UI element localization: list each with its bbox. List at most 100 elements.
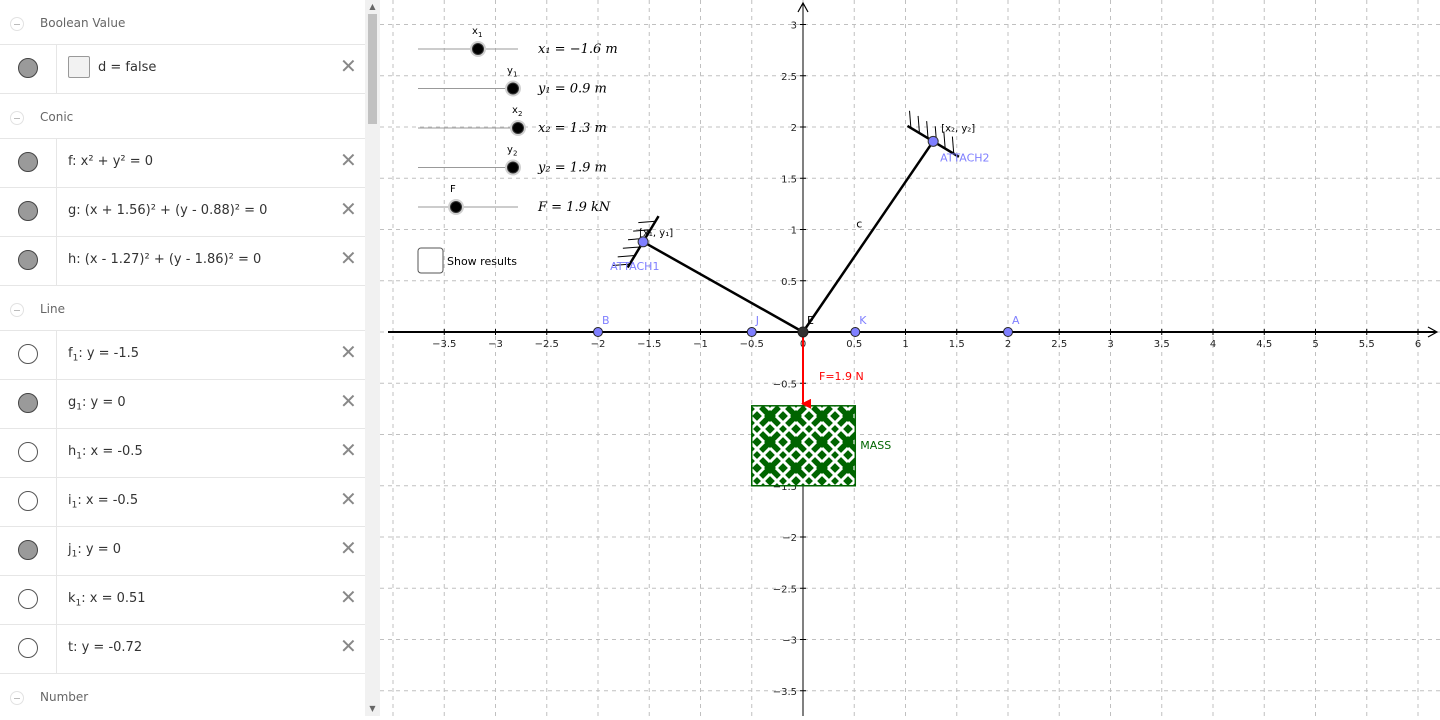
object-definition[interactable]: t: y = -0.72	[68, 640, 142, 655]
show-results-checkbox[interactable]	[417, 247, 444, 274]
object-definition[interactable]: i1: x = -0.5	[68, 493, 138, 511]
row-divider	[56, 576, 57, 624]
scroll-down-arrow-icon[interactable]: ▼	[368, 704, 377, 714]
point-b[interactable]	[593, 327, 603, 337]
algebra-row[interactable]: k1: x = 0.51 ✕	[0, 576, 365, 625]
x-tick-label: 2.5	[1051, 339, 1067, 350]
x-tick-label: 5.5	[1359, 339, 1375, 350]
x-tick-label: 3.5	[1154, 339, 1170, 350]
graphics-canvas[interactable]: −3.5−3−2.5−2−1.5−1−0.500.511.522.533.544…	[380, 0, 1440, 716]
rope-segment-c[interactable]	[801, 140, 935, 333]
visibility-toggle[interactable]	[18, 589, 38, 609]
category-header[interactable]: Number	[0, 674, 365, 716]
row-divider	[56, 478, 57, 526]
row-divider	[56, 625, 57, 673]
algebra-row[interactable]: f1: y = -1.5 ✕	[0, 331, 365, 380]
collapse-icon[interactable]	[10, 303, 24, 317]
delete-icon[interactable]: ✕	[340, 56, 357, 76]
scene: MASS F=1.9 N c ATTACH1 [x₁, y₁] ATTACH2 [x₂, y…	[593, 110, 1020, 487]
visibility-toggle[interactable]	[18, 638, 38, 658]
collapse-icon[interactable]	[10, 17, 24, 31]
object-definition[interactable]: g: (x + 1.56)² + (y - 0.88)² = 0	[68, 203, 267, 218]
object-definition[interactable]: f1: y = -1.5	[68, 346, 139, 364]
grid-lines	[380, 0, 1440, 716]
object-definition[interactable]: h: (x - 1.27)² + (y - 1.86)² = 0	[68, 252, 261, 267]
row-divider	[56, 429, 57, 477]
delete-icon[interactable]: ✕	[340, 587, 357, 607]
object-definition[interactable]: g1: y = 0	[68, 395, 126, 413]
point-e[interactable]	[797, 326, 809, 338]
object-definition[interactable]: f: x² + y² = 0	[68, 154, 153, 169]
visibility-toggle[interactable]	[18, 393, 38, 413]
algebra-scrollbar[interactable]: ▲ ▼	[365, 0, 380, 716]
visibility-toggle[interactable]	[18, 344, 38, 364]
slider-knob[interactable]	[450, 201, 462, 213]
algebra-row[interactable]: f: x² + y² = 0 ✕	[0, 139, 365, 188]
object-definition[interactable]: d = false	[98, 60, 156, 75]
rope-segment-1[interactable]	[642, 240, 804, 334]
delete-icon[interactable]: ✕	[340, 440, 357, 460]
algebra-row[interactable]: t: y = -0.72 ✕	[0, 625, 365, 674]
x-tick-label: 5	[1312, 339, 1318, 350]
collapse-icon[interactable]	[10, 111, 24, 125]
algebra-row[interactable]: g1: y = 0 ✕	[0, 380, 365, 429]
delete-icon[interactable]: ✕	[340, 248, 357, 268]
point-a[interactable]	[1003, 327, 1013, 337]
x-tick-label: −1	[693, 339, 708, 350]
x-tick-label: −0.5	[740, 339, 764, 350]
object-definition[interactable]: h1: x = -0.5	[68, 444, 143, 462]
algebra-row[interactable]: d = false ✕	[0, 45, 365, 94]
visibility-toggle[interactable]	[18, 442, 38, 462]
object-equation: : x = 0.51	[81, 591, 146, 606]
y-tick-label: −3.5	[773, 687, 797, 698]
visibility-toggle[interactable]	[18, 540, 38, 560]
category-header[interactable]: Conic	[0, 94, 365, 139]
collapse-icon[interactable]	[10, 691, 24, 705]
y-tick-label: −2.5	[773, 584, 797, 595]
slider-knob[interactable]	[512, 122, 524, 134]
point-k[interactable]	[850, 327, 861, 337]
scroll-thumb[interactable]	[368, 14, 377, 124]
algebra-row[interactable]: h1: x = -0.5 ✕	[0, 429, 365, 478]
visibility-toggle[interactable]	[18, 152, 38, 172]
category-label: Number	[40, 690, 89, 704]
delete-icon[interactable]: ✕	[340, 391, 357, 411]
slider-knob[interactable]	[507, 82, 519, 95]
graphics-view[interactable]: −3.5−3−2.5−2−1.5−1−0.500.511.522.533.544…	[380, 0, 1440, 716]
x-tick-label: 1	[902, 339, 908, 350]
delete-icon[interactable]: ✕	[340, 636, 357, 656]
slider-knob[interactable]	[472, 43, 484, 55]
category-header[interactable]: Line	[0, 286, 365, 331]
y-tick-label: 1.5	[781, 174, 797, 185]
visibility-toggle[interactable]	[18, 201, 38, 221]
point-label-b: B	[602, 314, 610, 327]
visibility-toggle[interactable]	[18, 250, 38, 270]
algebra-row[interactable]: h: (x - 1.27)² + (y - 1.86)² = 0 ✕	[0, 237, 365, 286]
point-label-a: A	[1012, 314, 1020, 327]
algebra-row[interactable]: g: (x + 1.56)² + (y - 0.88)² = 0 ✕	[0, 188, 365, 237]
object-equation: : y = 0	[77, 542, 121, 557]
delete-icon[interactable]: ✕	[340, 342, 357, 362]
attach1-coord-label: [x₁, y₁]	[639, 228, 673, 239]
object-definition[interactable]: j1: y = 0	[68, 542, 121, 560]
attach2-point[interactable]	[927, 135, 939, 147]
visibility-toggle[interactable]	[18, 58, 38, 78]
visibility-toggle[interactable]	[18, 491, 38, 511]
slider-name-subscript: 1	[478, 31, 482, 39]
algebra-row[interactable]: i1: x = -0.5 ✕	[0, 478, 365, 527]
object-definition[interactable]: k1: x = 0.51	[68, 591, 146, 609]
algebra-view: Boolean Value d = false ✕ Conic f: x² + y² =…	[0, 0, 366, 716]
y-tick-label: 3	[791, 21, 797, 32]
delete-icon[interactable]: ✕	[340, 150, 357, 170]
scroll-up-arrow-icon[interactable]: ▲	[368, 2, 377, 12]
category-label: Boolean Value	[40, 16, 126, 30]
slider-knob[interactable]	[507, 161, 519, 174]
delete-icon[interactable]: ✕	[340, 489, 357, 509]
point-j[interactable]	[746, 327, 757, 337]
boolean-checkbox[interactable]	[68, 56, 90, 78]
mass-block[interactable]	[751, 405, 857, 487]
category-header[interactable]: Boolean Value	[0, 0, 365, 45]
delete-icon[interactable]: ✕	[340, 199, 357, 219]
algebra-row[interactable]: j1: y = 0 ✕	[0, 527, 365, 576]
delete-icon[interactable]: ✕	[340, 538, 357, 558]
